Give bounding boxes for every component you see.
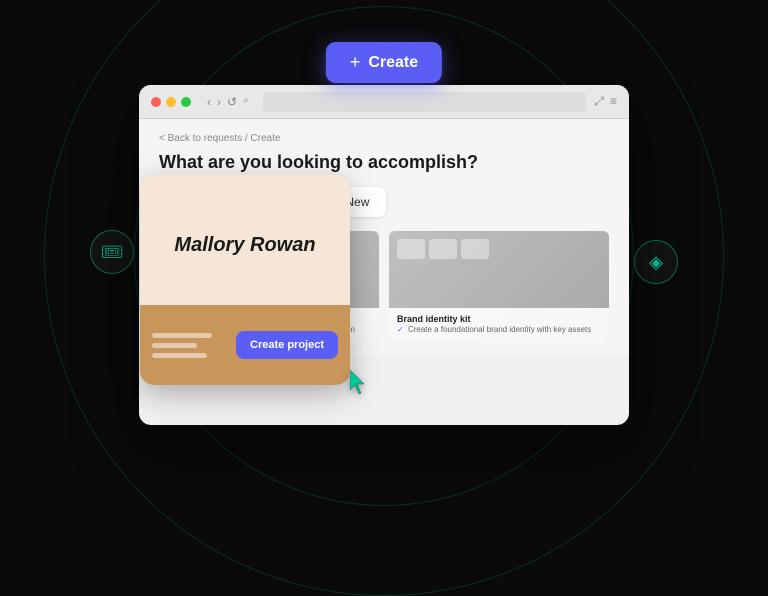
profile-name: Mallory Rowan xyxy=(174,234,315,257)
cp-item xyxy=(461,239,489,259)
breadcrumb: < Back to requests / Create xyxy=(159,133,609,144)
page-title: What are you looking to accomplish? xyxy=(159,152,609,173)
plus-icon: + xyxy=(350,52,361,73)
ticket-icon: 🎟 xyxy=(101,242,124,263)
diamond-icon: ◈ xyxy=(649,252,663,273)
profile-card: Mallory Rowan Create project xyxy=(140,175,350,385)
nav-icons: ‹ › ↺ ⌕ xyxy=(207,95,249,109)
menu-icon: ≡ xyxy=(610,94,617,109)
minimize-button[interactable] xyxy=(166,97,176,107)
refresh-icon[interactable]: ↺ xyxy=(227,95,237,109)
cp-item xyxy=(397,239,425,259)
profile-line-2 xyxy=(152,343,197,348)
profile-lines xyxy=(152,333,212,358)
create-button-label: Create xyxy=(368,54,418,72)
profile-line-1 xyxy=(152,333,212,338)
card-visual-2 xyxy=(389,231,609,267)
card-desc-text-2: Create a foundational brand identity wit… xyxy=(408,325,591,334)
profile-card-top: Mallory Rowan xyxy=(140,175,350,305)
card-title-2: Brand identity kit xyxy=(397,314,601,324)
badge-icon-left: 🎟 xyxy=(90,230,134,274)
checkmark-icon-2: ✓ xyxy=(397,325,404,334)
cp-item xyxy=(429,239,457,259)
maximize-button[interactable] xyxy=(181,97,191,107)
browser-toolbar: ‹ › ↺ ⌕ ⤢ ≡ xyxy=(139,85,629,119)
card-label-2: Brand identity kit ✓ Create a foundation… xyxy=(389,308,609,341)
expand-icon: ⤢ xyxy=(594,94,604,109)
badge-icon-right: ◈ xyxy=(634,240,678,284)
close-button[interactable] xyxy=(151,97,161,107)
create-project-button[interactable]: Create project xyxy=(236,331,338,359)
browser-toolbar-right: ⤢ ≡ xyxy=(594,94,617,109)
profile-line-3 xyxy=(152,353,207,358)
forward-icon[interactable]: › xyxy=(217,95,221,109)
url-bar[interactable] xyxy=(263,92,587,112)
profile-card-bottom: Create project xyxy=(140,305,350,385)
search-icon[interactable]: ⌕ xyxy=(243,95,249,109)
back-icon[interactable]: ‹ xyxy=(207,95,211,109)
traffic-lights xyxy=(151,97,191,107)
card-desc-2: ✓ Create a foundational brand identity w… xyxy=(397,325,601,335)
card-brand[interactable]: Brand identity kit ✓ Create a foundation… xyxy=(389,231,609,341)
create-button[interactable]: + Create xyxy=(326,42,442,83)
